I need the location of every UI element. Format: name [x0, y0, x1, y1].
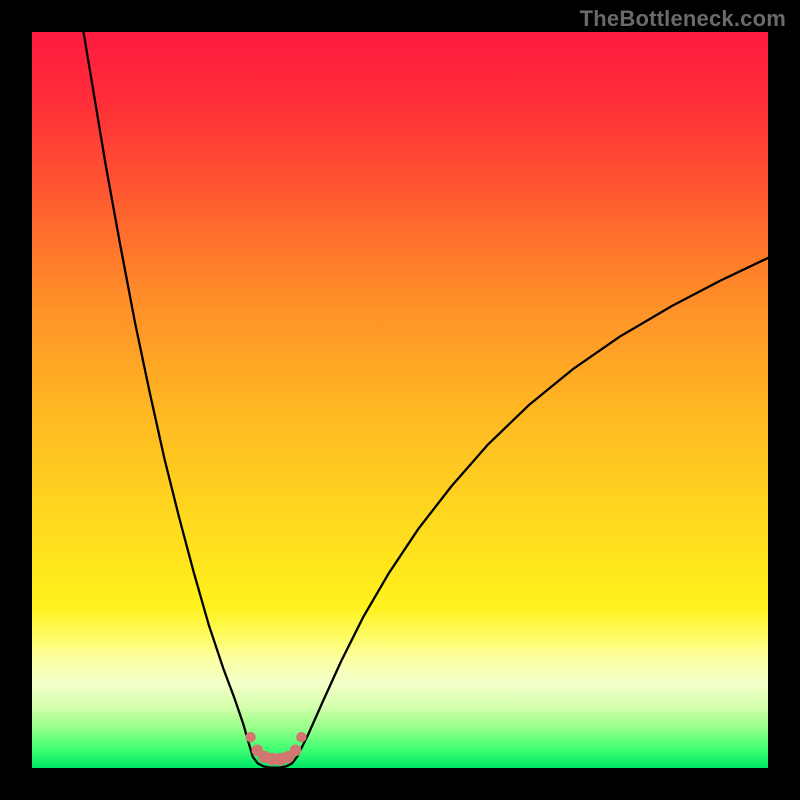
- chart-svg: [32, 32, 768, 768]
- watermark-text: TheBottleneck.com: [580, 6, 786, 32]
- bottleneck-curve: [84, 32, 768, 768]
- plot-area: [32, 32, 768, 768]
- valley-marker: [296, 732, 306, 742]
- valley-marker: [290, 745, 302, 757]
- outer-black-frame: TheBottleneck.com: [0, 0, 800, 800]
- valley-marker: [245, 732, 255, 742]
